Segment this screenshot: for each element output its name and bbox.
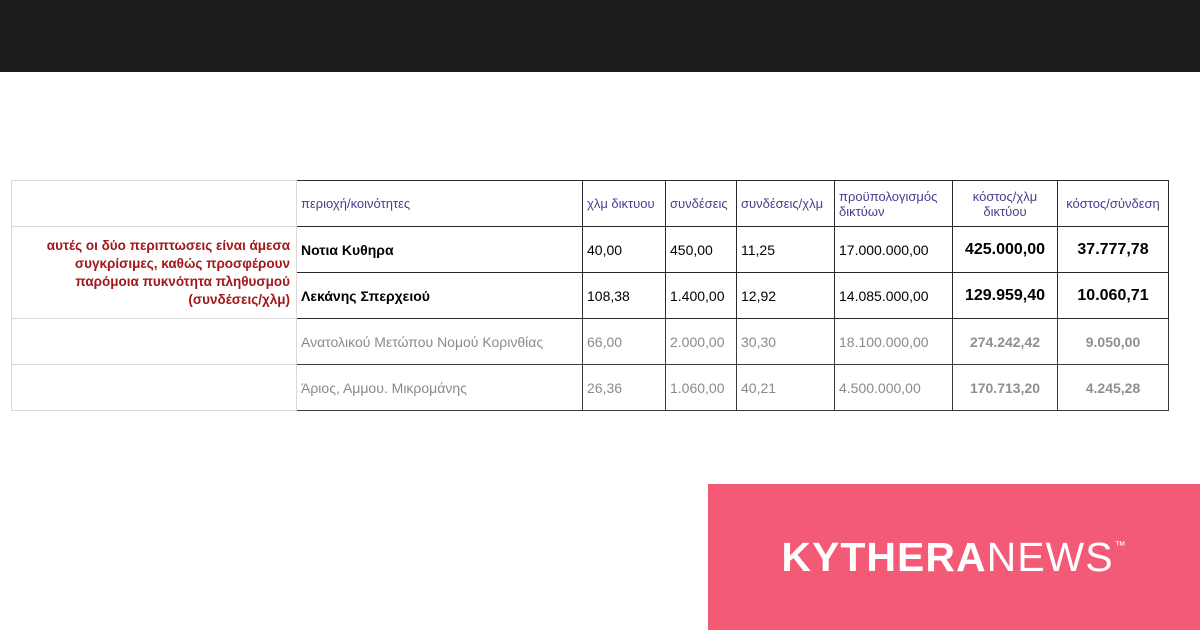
budget-value: 17.000.000,00	[834, 226, 953, 273]
comparison-table: περιοχή/κοινότητες χλμ δικτυου συνδέσεις…	[11, 180, 1169, 411]
connections-per-km-value: 12,92	[736, 272, 835, 319]
cost-per-connection-value: 4.245,28	[1057, 364, 1169, 411]
logo-trademark: ™	[1114, 539, 1127, 552]
empty-corner-cell	[11, 180, 297, 227]
kytheranews-logo: KYTHERANEWS™	[708, 484, 1200, 630]
connections-value: 1.400,00	[665, 272, 737, 319]
table-row: αυτές οι δύο περιπτωσεις είναι άμεσα συγ…	[11, 226, 1169, 319]
logo-word-bold: KYTHERA	[781, 533, 987, 580]
cost-per-connection-value: 10.060,71	[1057, 272, 1169, 319]
table-header-row: περιοχή/κοινότητες χλμ δικτυου συνδέσεις…	[11, 180, 1169, 227]
cost-per-km-value: 274.242,42	[952, 318, 1058, 365]
connections-value: 450,00	[665, 226, 737, 273]
top-bar	[0, 0, 1200, 72]
budget-value: 18.100.000,00	[834, 318, 953, 365]
cost-per-connection-value: 37.777,78	[1057, 226, 1169, 273]
header-cost-per-connection: κόστος/σύνδεση	[1057, 180, 1169, 227]
region-name: Άριος, Αμμου. Μικρομάνης	[296, 364, 583, 411]
cost-per-km-value: 170.713,20	[952, 364, 1058, 411]
budget-value: 4.500.000,00	[834, 364, 953, 411]
table-row: Ανατολικού Μετώπου Νομού Κορινθίας 66,00…	[11, 318, 1169, 365]
network-km-value: 40,00	[582, 226, 666, 273]
cost-per-km-value: 425.000,00	[952, 226, 1058, 273]
logo-wordmark: KYTHERANEWS™	[781, 534, 1126, 581]
header-cost-per-km: κόστος/χλμ δικτύου	[952, 180, 1058, 227]
connections-value: 1.060,00	[665, 364, 737, 411]
header-connections-per-km: συνδέσεις/χλμ	[736, 180, 835, 227]
connections-value: 2.000,00	[665, 318, 737, 365]
budget-value: 14.085.000,00	[834, 272, 953, 319]
network-km-value: 108,38	[582, 272, 666, 319]
header-region: περιοχή/κοινότητες	[296, 180, 583, 227]
connections-per-km-value: 30,30	[736, 318, 835, 365]
table-row: Άριος, Αμμου. Μικρομάνης 26,36 1.060,00 …	[11, 364, 1169, 411]
region-name: Ανατολικού Μετώπου Νομού Κορινθίας	[296, 318, 583, 365]
header-budget: προϋπολογισμός δικτύων	[834, 180, 953, 227]
network-km-value: 66,00	[582, 318, 666, 365]
region-name: Νοτια Κυθηρα	[296, 226, 583, 273]
header-connections: συνδέσεις	[665, 180, 737, 227]
cost-per-connection-value: 9.050,00	[1057, 318, 1169, 365]
connections-per-km-value: 11,25	[736, 226, 835, 273]
comparison-note: αυτές οι δύο περιπτωσεις είναι άμεσα συγ…	[11, 226, 297, 319]
logo-word-light: NEWS	[986, 533, 1114, 580]
connections-per-km-value: 40,21	[736, 364, 835, 411]
network-km-value: 26,36	[582, 364, 666, 411]
cost-per-km-value: 129.959,40	[952, 272, 1058, 319]
region-name: Λεκάνης Σπερχειού	[296, 272, 583, 319]
header-network-km: χλμ δικτυου	[582, 180, 666, 227]
empty-side-cell	[11, 318, 297, 365]
empty-side-cell	[11, 364, 297, 411]
